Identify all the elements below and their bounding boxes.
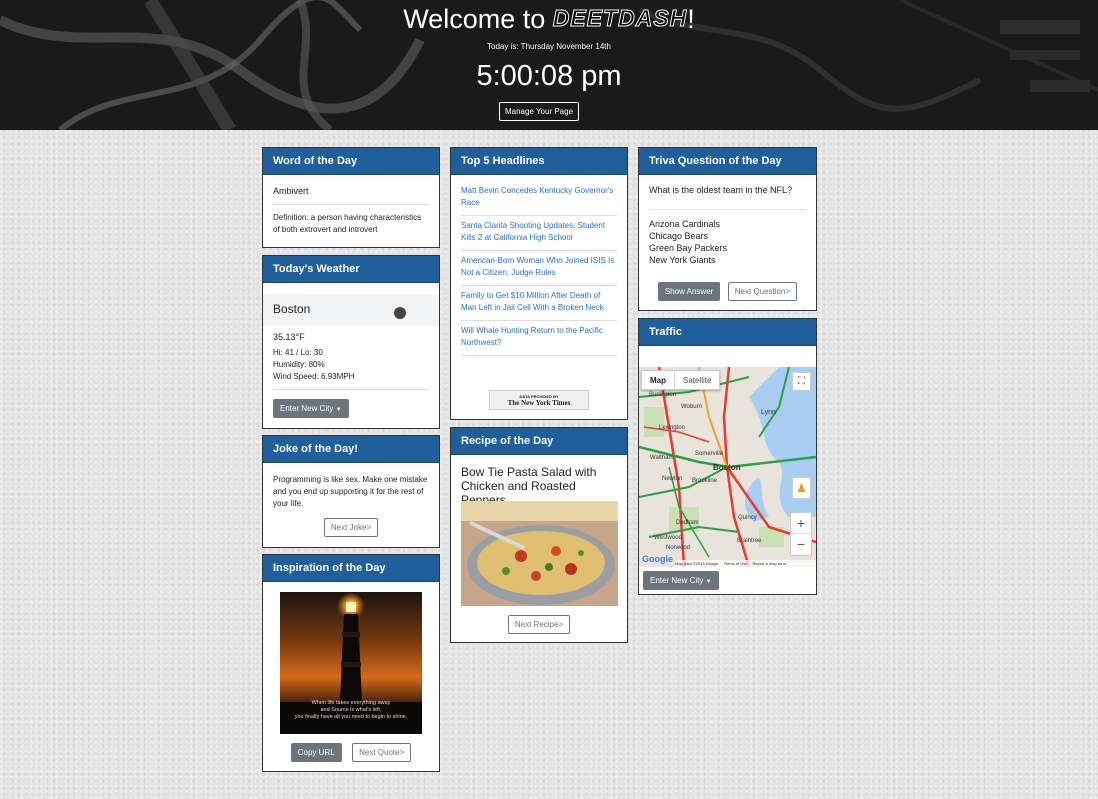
welcome-heading: Welcome to DEETDASH!	[0, 4, 1098, 35]
quote-line: and Source is what's left,	[320, 707, 382, 713]
trivia-answer[interactable]: Green Bay Packers	[649, 242, 727, 254]
weather-humidity: Humidity: 80%	[273, 360, 325, 369]
map-place: Westwood	[654, 535, 682, 541]
caret-down-icon: ▼	[335, 407, 342, 413]
joke-card: Joke of the Day! Programming is like sex…	[262, 435, 440, 548]
clock: 5:00:08 pm	[476, 60, 622, 92]
pasta-salad-image	[461, 501, 618, 606]
next-quote-button[interactable]: Next Quote>	[352, 743, 412, 762]
dropdown-label: Enter New City	[280, 404, 334, 413]
quote-line: you finally have all you need to begin t…	[294, 714, 408, 720]
map-place: Burlington	[649, 392, 677, 398]
map-place: Woburn	[681, 404, 702, 410]
inspiration-image: When life takes everything away and Sour…	[280, 592, 422, 734]
word-definition: Definition: a person having characterist…	[273, 213, 422, 234]
caret-down-icon: ▼	[705, 579, 712, 585]
satellite-tab[interactable]: Satellite	[675, 371, 719, 389]
trivia-answer[interactable]: Chicago Bears	[649, 230, 727, 242]
next-question-button[interactable]: Next Question>	[727, 282, 798, 301]
next-joke-button[interactable]: Next Joke>	[323, 518, 379, 537]
terms-link[interactable]: Terms of Use	[724, 561, 748, 566]
divider	[273, 389, 429, 390]
map-place: Brookline	[692, 478, 718, 484]
date-line: Today is: Thursday November 14th	[487, 42, 611, 51]
map-place: Norwood	[666, 545, 691, 551]
map-data-credit: Map data ©2019 Google	[675, 561, 719, 566]
map-type-control: Map Satellite	[641, 370, 721, 390]
map-place: Boston	[713, 463, 741, 472]
headlines-card: Top 5 Headlines Matt Bevin Concedes Kent…	[450, 147, 628, 420]
weather-city: Boston	[273, 302, 311, 316]
weather-temp: 35.13°F	[273, 332, 305, 342]
card-title: Today's Weather	[263, 256, 439, 283]
headline-link[interactable]: Santa Clarita Shooting Updates: Student …	[461, 216, 617, 251]
divider	[649, 209, 806, 210]
dropdown-label: Enter New City	[650, 576, 704, 585]
weather-card: Today's Weather Boston 35.13°F Hi: 41 / …	[262, 255, 440, 429]
nyt-logo: The New York Times	[507, 399, 571, 407]
welcome-text: Welcome to	[403, 4, 546, 34]
map-place: Braintree	[737, 538, 762, 544]
nyt-credit[interactable]: DATA PROVIDED BY The New York Times	[489, 390, 589, 410]
word-of-day-card: Word of the Day Ambivert Definition: a p…	[262, 147, 440, 248]
inspiration-card: Inspiration of the Day When life takes e…	[262, 554, 440, 772]
zoom-control: + −	[790, 512, 812, 556]
word-text: Ambivert	[273, 186, 309, 196]
trivia-answer[interactable]: New York Giants	[649, 254, 727, 266]
traffic-card: Traffic Map Satellite ⛶ ♟ + − Burlington…	[638, 318, 817, 595]
hero-banner: Welcome to DEETDASH! Today is: Thursday …	[0, 0, 1098, 130]
weather-wind: Wind Speed: 6.93MPH	[273, 372, 355, 381]
map-place: Lynn	[761, 409, 776, 416]
divider	[273, 204, 429, 205]
map-place: Newton	[662, 476, 683, 482]
headline-link[interactable]: Family to Get $10 Million After Death of…	[461, 286, 617, 321]
report-link[interactable]: Report a map error	[752, 561, 786, 566]
trivia-question: What is the oldest team in the NFL?	[649, 185, 793, 195]
card-title: Traffic	[639, 319, 816, 346]
map-place: Dedham	[676, 520, 699, 526]
fullscreen-icon[interactable]: ⛶	[792, 372, 811, 391]
traffic-map[interactable]: Map Satellite ⛶ ♟ + − Burlington Woburn …	[639, 367, 816, 567]
card-title: Word of the Day	[263, 148, 439, 175]
zoom-in-button[interactable]: +	[791, 513, 811, 534]
map-place: Somerville	[695, 451, 724, 457]
zoom-out-button[interactable]: −	[791, 534, 811, 555]
headline-link[interactable]: Matt Bevin Concedes Kentucky Governor's …	[461, 181, 617, 216]
weather-city-row: Boston	[263, 294, 439, 326]
weather-hilo: Hi: 41 / Lo: 30	[273, 348, 323, 357]
brand-logo: DEETDASH	[552, 5, 688, 32]
quote-line: When life takes everything away	[311, 700, 391, 706]
card-title: Inspiration of the Day	[263, 555, 439, 582]
recipe-image	[461, 501, 618, 606]
map-place: Quincy	[738, 515, 757, 521]
joke-text: Programming is like sex. Make one mistak…	[273, 475, 428, 508]
pegman-icon[interactable]: ♟	[792, 477, 811, 499]
trivia-card: Triva Question of the Day What is the ol…	[638, 147, 817, 311]
card-title: Triva Question of the Day	[639, 148, 816, 175]
recipe-card: Recipe of the Day Bow Tie Pasta Salad wi…	[450, 427, 628, 643]
card-title: Joke of the Day!	[263, 436, 439, 463]
manage-page-button[interactable]: Manage Your Page	[499, 102, 579, 121]
card-title: Recipe of the Day	[451, 428, 627, 455]
card-title: Top 5 Headlines	[451, 148, 627, 175]
headline-link[interactable]: Will Whale Hunting Return to the Pacific…	[461, 321, 617, 356]
map-tab[interactable]: Map	[642, 371, 675, 389]
traffic-city-dropdown[interactable]: Enter New City ▼	[643, 571, 719, 590]
welcome-suffix: !	[687, 4, 695, 34]
weather-city-dropdown[interactable]: Enter New City ▼	[273, 399, 349, 418]
headline-link[interactable]: American-Born Woman Who Joined ISIS Is N…	[461, 251, 617, 286]
map-place: Waltham	[650, 455, 674, 461]
trivia-answer[interactable]: Arizona Cardinals	[649, 218, 727, 230]
google-logo: Google	[642, 554, 673, 564]
weather-condition-icon	[394, 307, 406, 319]
copy-url-button[interactable]: Copy URL	[290, 743, 342, 762]
show-answer-button[interactable]: Show Answer	[657, 282, 721, 301]
map-place: Lexington	[659, 425, 686, 431]
next-recipe-button[interactable]: Next Recipe>	[507, 615, 571, 634]
